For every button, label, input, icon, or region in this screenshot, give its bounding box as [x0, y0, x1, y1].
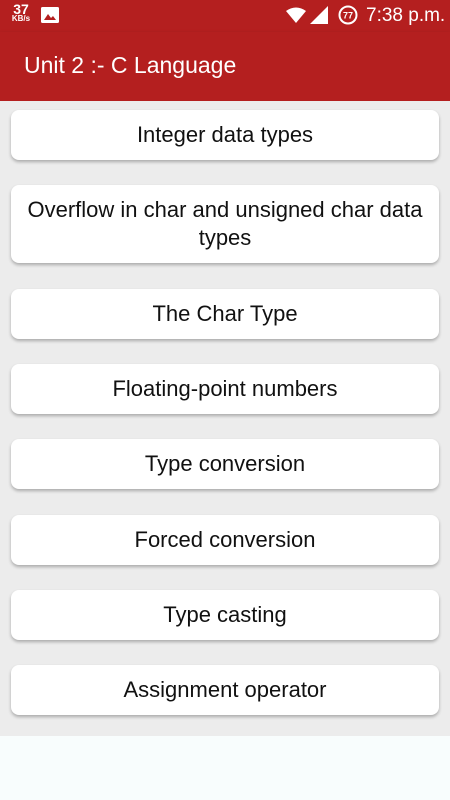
app-bar: Unit 2 :- C Language — [0, 32, 450, 101]
topic-label: Floating-point numbers — [112, 376, 338, 401]
topic-card-floating-point[interactable]: Floating-point numbers — [11, 364, 439, 414]
topic-card-type-conversion[interactable]: Type conversion — [11, 439, 439, 489]
clock: 7:38 p.m. — [366, 5, 446, 26]
image-icon — [41, 7, 59, 23]
topic-card-integer-data-types[interactable]: Integer data types — [11, 110, 439, 160]
topic-card-type-casting[interactable]: Type casting — [11, 590, 439, 640]
topic-list: Integer data types Overflow in char and … — [0, 101, 450, 736]
bottom-empty-area — [0, 736, 450, 800]
network-speed-unit: KB/s — [11, 14, 31, 23]
topic-label: Type casting — [163, 602, 287, 627]
network-speed-indicator: 37 KB/s — [9, 2, 33, 23]
topic-label: Assignment operator — [123, 677, 327, 702]
cell-signal-icon — [310, 6, 328, 24]
topic-card-forced-conversion[interactable]: Forced conversion — [11, 515, 439, 565]
topic-card-char-type[interactable]: The Char Type — [11, 289, 439, 339]
topic-card-overflow[interactable]: Overflow in char and unsigned char data … — [11, 185, 439, 263]
topic-card-assignment-operator[interactable]: Assignment operator — [11, 665, 439, 715]
battery-icon: 77 — [338, 5, 358, 25]
topic-label: Overflow in char and unsigned char data … — [27, 197, 423, 250]
topic-label: Integer data types — [136, 122, 314, 147]
wifi-icon — [286, 7, 306, 23]
page-title: Unit 2 :- C Language — [24, 52, 237, 78]
status-bar: 37 KB/s 77 7:38 p.m. — [0, 0, 450, 32]
battery-level: 77 — [343, 11, 353, 21]
topic-label: Forced conversion — [134, 527, 316, 552]
topic-label: Type conversion — [144, 451, 306, 476]
topic-label: The Char Type — [152, 301, 298, 326]
